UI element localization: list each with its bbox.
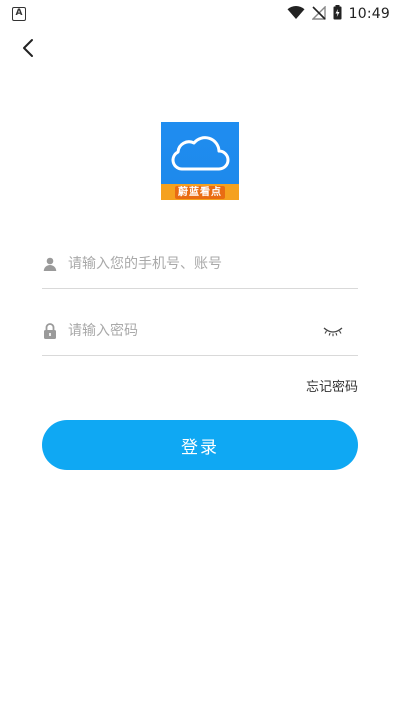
user-icon [42,256,58,272]
chevron-left-icon [21,38,35,62]
cloud-icon [171,136,230,171]
lock-icon [42,322,58,339]
no-signal-icon [310,4,326,24]
password-field [42,306,358,356]
app-logo: 蔚蓝看点 [161,122,239,200]
password-input[interactable] [68,315,322,346]
logo-text: 蔚蓝看点 [175,185,225,199]
back-button[interactable] [14,36,42,64]
status-left: A [12,7,26,21]
account-input[interactable] [68,248,358,279]
status-time: 10:49 [348,6,390,22]
account-field [42,239,358,289]
wifi-icon [287,5,305,24]
battery-charging-icon [333,4,342,24]
status-right: 10:49 [287,4,390,24]
eye-closed-icon[interactable] [322,323,344,339]
logo-band: 蔚蓝看点 [161,184,239,200]
accessibility-badge-icon: A [12,7,26,21]
status-bar: A 10:49 [0,0,400,28]
login-screen: A 10:49 蔚蓝看点 请输入您的手机号、账号 忘记密码 登录 [0,0,400,711]
forgot-password-link[interactable]: 忘记密码 [306,376,358,395]
login-button[interactable]: 登录 [42,420,358,470]
